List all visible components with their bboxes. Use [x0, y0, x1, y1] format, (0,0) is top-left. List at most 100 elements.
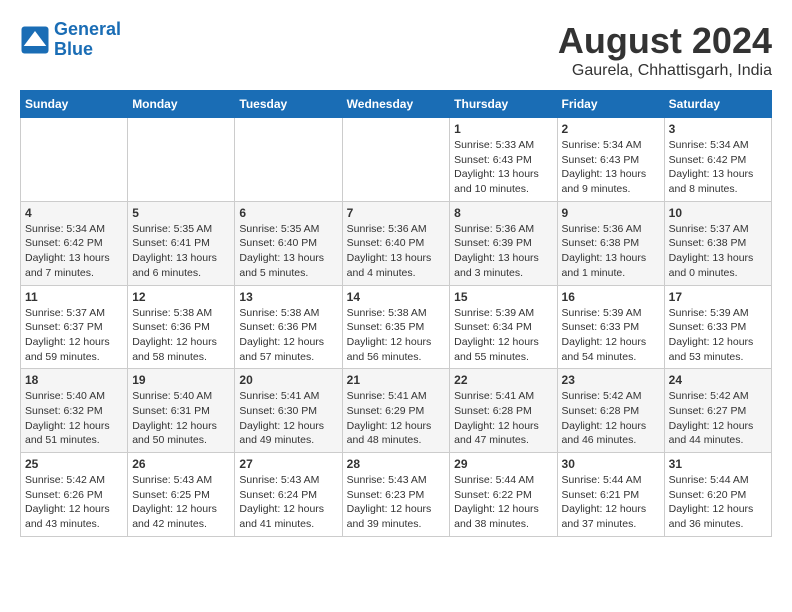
day-info: Sunrise: 5:35 AM Sunset: 6:41 PM Dayligh…	[132, 222, 230, 281]
column-header-tuesday: Tuesday	[235, 91, 342, 118]
day-info: Sunrise: 5:36 AM Sunset: 6:38 PM Dayligh…	[562, 222, 660, 281]
calendar-cell	[21, 118, 128, 202]
day-info: Sunrise: 5:34 AM Sunset: 6:42 PM Dayligh…	[669, 138, 767, 197]
calendar-cell: 12 Sunrise: 5:38 AM Sunset: 6:36 PM Dayli…	[128, 285, 235, 369]
calendar-cell: 14Sunrise: 5:38 AM Sunset: 6:35 PM Dayli…	[342, 285, 450, 369]
calendar-table: SundayMondayTuesdayWednesdayThursdayFrid…	[20, 90, 772, 537]
day-number: 13	[239, 290, 337, 304]
column-header-saturday: Saturday	[664, 91, 771, 118]
day-number: 25	[25, 457, 123, 471]
day-info: Sunrise: 5:41 AM Sunset: 6:28 PM Dayligh…	[454, 389, 552, 448]
day-number: 12	[132, 290, 230, 304]
day-number: 18	[25, 373, 123, 387]
calendar-week-row: 18 Sunrise: 5:40 AM Sunset: 6:32 PM Dayli…	[21, 369, 772, 453]
day-info: Sunrise: 5:43 AM Sunset: 6:25 PM Dayligh…	[132, 473, 230, 532]
calendar-week-row: 25 Sunrise: 5:42 AM Sunset: 6:26 PM Dayli…	[21, 453, 772, 537]
column-header-sunday: Sunday	[21, 91, 128, 118]
day-number: 9	[562, 206, 660, 220]
calendar-cell: 9 Sunrise: 5:36 AM Sunset: 6:38 PM Daylig…	[557, 201, 664, 285]
calendar-week-row: 1 Sunrise: 5:33 AM Sunset: 6:43 PM Daylig…	[21, 118, 772, 202]
day-number: 21	[347, 373, 446, 387]
calendar-cell: 25 Sunrise: 5:42 AM Sunset: 6:26 PM Dayli…	[21, 453, 128, 537]
calendar-cell: 11 Sunrise: 5:37 AM Sunset: 6:37 PM Dayli…	[21, 285, 128, 369]
calendar-header-row: SundayMondayTuesdayWednesdayThursdayFrid…	[21, 91, 772, 118]
day-info: Sunrise: 5:37 AM Sunset: 6:38 PM Dayligh…	[669, 222, 767, 281]
logo: General Blue	[20, 20, 121, 60]
day-info: Sunrise: 5:43 AM Sunset: 6:24 PM Dayligh…	[239, 473, 337, 532]
day-info: Sunrise: 5:42 AM Sunset: 6:28 PM Dayligh…	[562, 389, 660, 448]
calendar-cell	[342, 118, 450, 202]
day-info: Sunrise: 5:33 AM Sunset: 6:43 PM Dayligh…	[454, 138, 552, 197]
page-header: General Blue August 2024 Gaurela, Chhatt…	[20, 20, 772, 80]
day-number: 29	[454, 457, 552, 471]
day-number: 30	[562, 457, 660, 471]
day-info: Sunrise: 5:42 AM Sunset: 6:26 PM Dayligh…	[25, 473, 123, 532]
location-title: Gaurela, Chhattisgarh, India	[558, 62, 772, 80]
day-number: 6	[239, 206, 337, 220]
day-info: Sunrise: 5:39 AM Sunset: 6:33 PM Dayligh…	[562, 306, 660, 365]
day-info: Sunrise: 5:44 AM Sunset: 6:20 PM Dayligh…	[669, 473, 767, 532]
month-title: August 2024	[558, 20, 772, 62]
day-number: 31	[669, 457, 767, 471]
day-number: 20	[239, 373, 337, 387]
day-info: Sunrise: 5:40 AM Sunset: 6:31 PM Dayligh…	[132, 389, 230, 448]
calendar-cell: 27 Sunrise: 5:43 AM Sunset: 6:24 PM Dayli…	[235, 453, 342, 537]
calendar-cell: 3 Sunrise: 5:34 AM Sunset: 6:42 PM Daylig…	[664, 118, 771, 202]
day-info: Sunrise: 5:44 AM Sunset: 6:22 PM Dayligh…	[454, 473, 552, 532]
calendar-cell: 10 Sunrise: 5:37 AM Sunset: 6:38 PM Dayli…	[664, 201, 771, 285]
calendar-cell: 19Sunrise: 5:40 AM Sunset: 6:31 PM Dayli…	[128, 369, 235, 453]
day-number: 1	[454, 122, 552, 136]
day-info: Sunrise: 5:38 AM Sunset: 6:35 PM Dayligh…	[347, 306, 446, 365]
day-number: 23	[562, 373, 660, 387]
calendar-cell	[235, 118, 342, 202]
day-number: 27	[239, 457, 337, 471]
calendar-cell: 6 Sunrise: 5:35 AM Sunset: 6:40 PM Daylig…	[235, 201, 342, 285]
calendar-cell: 28 Sunrise: 5:43 AM Sunset: 6:23 PM Dayli…	[342, 453, 450, 537]
day-info: Sunrise: 5:42 AM Sunset: 6:27 PM Dayligh…	[669, 389, 767, 448]
calendar-cell: 22Sunrise: 5:41 AM Sunset: 6:28 PM Dayli…	[450, 369, 557, 453]
calendar-cell: 16Sunrise: 5:39 AM Sunset: 6:33 PM Dayli…	[557, 285, 664, 369]
calendar-cell: 15 Sunrise: 5:39 AM Sunset: 6:34 PM Dayli…	[450, 285, 557, 369]
day-number: 17	[669, 290, 767, 304]
column-header-wednesday: Wednesday	[342, 91, 450, 118]
calendar-week-row: 4 Sunrise: 5:34 AM Sunset: 6:42 PM Daylig…	[21, 201, 772, 285]
calendar-cell: 13 Sunrise: 5:38 AM Sunset: 6:36 PM Dayli…	[235, 285, 342, 369]
day-number: 26	[132, 457, 230, 471]
day-number: 7	[347, 206, 446, 220]
calendar-cell: 7 Sunrise: 5:36 AM Sunset: 6:40 PM Daylig…	[342, 201, 450, 285]
day-info: Sunrise: 5:44 AM Sunset: 6:21 PM Dayligh…	[562, 473, 660, 532]
day-info: Sunrise: 5:39 AM Sunset: 6:34 PM Dayligh…	[454, 306, 552, 365]
day-info: Sunrise: 5:40 AM Sunset: 6:32 PM Dayligh…	[25, 389, 123, 448]
column-header-monday: Monday	[128, 91, 235, 118]
day-info: Sunrise: 5:36 AM Sunset: 6:39 PM Dayligh…	[454, 222, 552, 281]
day-number: 8	[454, 206, 552, 220]
calendar-cell: 23 Sunrise: 5:42 AM Sunset: 6:28 PM Dayli…	[557, 369, 664, 453]
calendar-cell: 4 Sunrise: 5:34 AM Sunset: 6:42 PM Daylig…	[21, 201, 128, 285]
day-number: 2	[562, 122, 660, 136]
day-info: Sunrise: 5:34 AM Sunset: 6:42 PM Dayligh…	[25, 222, 123, 281]
day-number: 15	[454, 290, 552, 304]
day-info: Sunrise: 5:36 AM Sunset: 6:40 PM Dayligh…	[347, 222, 446, 281]
day-number: 11	[25, 290, 123, 304]
calendar-cell: 2 Sunrise: 5:34 AM Sunset: 6:43 PM Daylig…	[557, 118, 664, 202]
logo-text: General Blue	[54, 20, 121, 60]
calendar-cell: 20Sunrise: 5:41 AM Sunset: 6:30 PM Dayli…	[235, 369, 342, 453]
day-info: Sunrise: 5:37 AM Sunset: 6:37 PM Dayligh…	[25, 306, 123, 365]
calendar-week-row: 11 Sunrise: 5:37 AM Sunset: 6:37 PM Dayli…	[21, 285, 772, 369]
day-info: Sunrise: 5:34 AM Sunset: 6:43 PM Dayligh…	[562, 138, 660, 197]
logo-icon	[20, 25, 50, 55]
day-number: 10	[669, 206, 767, 220]
day-number: 3	[669, 122, 767, 136]
title-area: August 2024 Gaurela, Chhattisgarh, India	[558, 20, 772, 80]
calendar-cell: 18 Sunrise: 5:40 AM Sunset: 6:32 PM Dayli…	[21, 369, 128, 453]
calendar-cell: 26 Sunrise: 5:43 AM Sunset: 6:25 PM Dayli…	[128, 453, 235, 537]
day-info: Sunrise: 5:35 AM Sunset: 6:40 PM Dayligh…	[239, 222, 337, 281]
day-info: Sunrise: 5:43 AM Sunset: 6:23 PM Dayligh…	[347, 473, 446, 532]
day-number: 28	[347, 457, 446, 471]
day-info: Sunrise: 5:38 AM Sunset: 6:36 PM Dayligh…	[239, 306, 337, 365]
calendar-cell: 21Sunrise: 5:41 AM Sunset: 6:29 PM Dayli…	[342, 369, 450, 453]
day-info: Sunrise: 5:38 AM Sunset: 6:36 PM Dayligh…	[132, 306, 230, 365]
column-header-thursday: Thursday	[450, 91, 557, 118]
day-number: 4	[25, 206, 123, 220]
calendar-cell: 29 Sunrise: 5:44 AM Sunset: 6:22 PM Dayli…	[450, 453, 557, 537]
